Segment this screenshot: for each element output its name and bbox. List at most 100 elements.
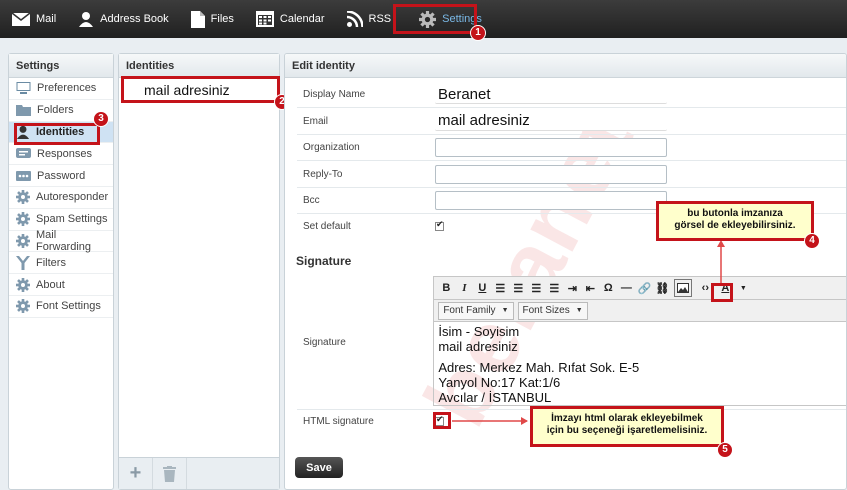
indent-icon[interactable]: ⇥ bbox=[564, 279, 580, 297]
key-icon bbox=[16, 170, 31, 181]
monitor-icon bbox=[16, 82, 31, 95]
nav-calendar[interactable]: Calendar bbox=[244, 0, 335, 38]
save-button[interactable]: Save bbox=[295, 457, 343, 478]
editor-toolbar-row2: Font Family ▼ Font Sizes ▼ bbox=[433, 300, 846, 322]
display-name-row: Display Name bbox=[297, 82, 846, 108]
identities-title: Identities bbox=[119, 54, 279, 78]
callout-html-line1: İmzayı html olarak ekleyebilmek bbox=[551, 413, 703, 424]
callout-image-tip: bu butonla imzanıza görsel de ekleyebili… bbox=[656, 201, 814, 241]
font-family-select[interactable]: Font Family ▼ bbox=[438, 301, 514, 320]
sidebar-item-preferences[interactable]: Preferences bbox=[9, 78, 113, 100]
organization-label: Organization bbox=[303, 142, 360, 153]
reply-to-label: Reply-To bbox=[303, 168, 343, 180]
highlight-settings bbox=[393, 4, 477, 34]
signature-line-name: İsim - Soyisim bbox=[438, 324, 520, 339]
outdent-icon[interactable]: ⇤ bbox=[582, 279, 598, 297]
chevron-down-icon[interactable]: ▼ bbox=[735, 279, 751, 297]
set-default-checkbox[interactable] bbox=[435, 219, 444, 231]
align-center-icon[interactable]: ☰ bbox=[510, 279, 526, 297]
align-justify-icon[interactable]: ☰ bbox=[546, 279, 562, 297]
underline-button[interactable]: U bbox=[474, 279, 490, 297]
highlight-identities bbox=[14, 123, 100, 145]
badge-3: 3 bbox=[93, 111, 109, 127]
add-identity-button[interactable]: + bbox=[119, 458, 153, 489]
signature-editor: B I U ☰ ☰ ☰ ☰ ⇥ ⇤ Ω — 🔗 ⛓ ‹› A ▼ Font Fa… bbox=[433, 276, 846, 406]
bold-button[interactable]: B bbox=[438, 279, 454, 297]
calendar-icon bbox=[255, 11, 274, 27]
sidebar-item-mail-forwarding[interactable]: Mail Forwarding bbox=[9, 228, 113, 253]
nav-calendar-label: Calendar bbox=[279, 13, 325, 25]
sidebar-item-label: Mail Forwarding bbox=[36, 228, 92, 253]
editor-toolbar-row1: B I U ☰ ☰ ☰ ☰ ⇥ ⇤ Ω — 🔗 ⛓ ‹› A ▼ bbox=[433, 276, 846, 300]
nav-files-label: Files bbox=[210, 13, 234, 25]
sidebar-item-label: About bbox=[36, 278, 65, 291]
signature-line-address2: Yanyol No:17 Kat:1/6 bbox=[438, 375, 561, 390]
nav-rss[interactable]: RSS bbox=[335, 0, 402, 38]
nav-rss-label: RSS bbox=[368, 13, 392, 25]
highlight-image-button bbox=[711, 283, 733, 302]
delete-identity-button[interactable] bbox=[153, 458, 187, 489]
badge-1: 1 bbox=[470, 25, 486, 41]
signature-heading: Signature bbox=[296, 254, 352, 268]
gear-icon bbox=[16, 277, 30, 292]
display-name-label: Display Name bbox=[303, 89, 366, 100]
trash-icon bbox=[163, 465, 176, 482]
horizontal-rule-icon[interactable]: — bbox=[618, 279, 634, 297]
align-right-icon[interactable]: ☰ bbox=[528, 279, 544, 297]
unlink-icon[interactable]: ⛓ bbox=[654, 279, 670, 297]
link-icon[interactable]: 🔗 bbox=[636, 279, 652, 297]
callout-image-line2: görsel de ekleyebilirsiniz. bbox=[674, 220, 796, 231]
nav-mail[interactable]: Mail bbox=[0, 0, 66, 38]
identities-footer: + bbox=[119, 457, 279, 489]
insert-image-icon[interactable] bbox=[674, 279, 693, 297]
sidebar-item-label: Preferences bbox=[37, 82, 97, 95]
organization-field[interactable] bbox=[435, 138, 667, 157]
plus-icon: + bbox=[129, 462, 142, 484]
sidebar-item-filters[interactable]: Filters bbox=[9, 252, 113, 275]
nav-files[interactable]: Files bbox=[179, 0, 244, 38]
rss-icon bbox=[346, 11, 363, 27]
sidebar-item-about[interactable]: About bbox=[9, 274, 113, 296]
html-signature-label: HTML signature bbox=[303, 415, 374, 427]
badge-4: 4 bbox=[804, 233, 820, 249]
mail-icon bbox=[12, 12, 30, 26]
sidebar-item-autoresponder[interactable]: Autoresponder bbox=[9, 187, 113, 209]
align-left-icon[interactable]: ☰ bbox=[492, 279, 508, 297]
identities-panel: Identities mail adresiniz + bbox=[118, 53, 280, 490]
filter-icon bbox=[16, 255, 30, 270]
bcc-field[interactable] bbox=[435, 191, 667, 210]
email-field[interactable] bbox=[435, 111, 667, 131]
signature-label: Signature bbox=[303, 337, 346, 348]
set-default-label: Set default bbox=[303, 220, 351, 232]
nav-address-book[interactable]: Address Book bbox=[66, 0, 178, 38]
italic-button[interactable]: I bbox=[456, 279, 472, 297]
font-sizes-select[interactable]: Font Sizes ▼ bbox=[517, 301, 588, 320]
sidebar-title: Settings bbox=[9, 54, 113, 78]
edit-identity-title: Edit identity bbox=[285, 54, 846, 78]
signature-line-email: mail adresiniz bbox=[438, 339, 518, 354]
gear-icon bbox=[16, 299, 30, 314]
gear-icon bbox=[16, 190, 30, 205]
highlight-identity bbox=[121, 76, 280, 103]
signature-line-city: Avcılar / İSTANBUL bbox=[438, 390, 552, 405]
email-label: Email bbox=[303, 115, 329, 127]
folder-icon bbox=[16, 105, 31, 117]
callout-image-line1: bu butonla imzanıza bbox=[687, 208, 783, 219]
nav-mail-label: Mail bbox=[36, 13, 57, 25]
reply-to-row: Reply-To bbox=[297, 161, 846, 188]
special-char-icon[interactable]: Ω bbox=[600, 279, 616, 297]
signature-content[interactable]: İsim - Soyisim mail adresiniz Adres: Mer… bbox=[433, 322, 846, 406]
callout-html-line2: için bu seçeneği işaretlemelisiniz. bbox=[546, 425, 708, 436]
reply-to-field[interactable] bbox=[435, 164, 667, 184]
sidebar-item-spam-settings[interactable]: Spam Settings bbox=[9, 209, 113, 231]
chevron-down-icon: ▼ bbox=[501, 307, 509, 314]
sidebar-item-label: Password bbox=[37, 169, 86, 182]
display-name-field[interactable] bbox=[435, 85, 667, 104]
signature-row: Signature B I U ☰ ☰ ☰ ☰ ⇥ ⇤ Ω — 🔗 ⛓ ‹› A… bbox=[297, 276, 846, 410]
sidebar-item-font-settings[interactable]: Font Settings bbox=[9, 296, 113, 318]
sidebar-item-responses[interactable]: Responses bbox=[9, 143, 113, 166]
chevron-down-icon: ▼ bbox=[575, 307, 583, 314]
sidebar-item-password[interactable]: Password bbox=[9, 165, 113, 187]
font-family-value: Font Family bbox=[443, 305, 496, 316]
sidebar-item-label: Font Settings bbox=[36, 300, 101, 313]
